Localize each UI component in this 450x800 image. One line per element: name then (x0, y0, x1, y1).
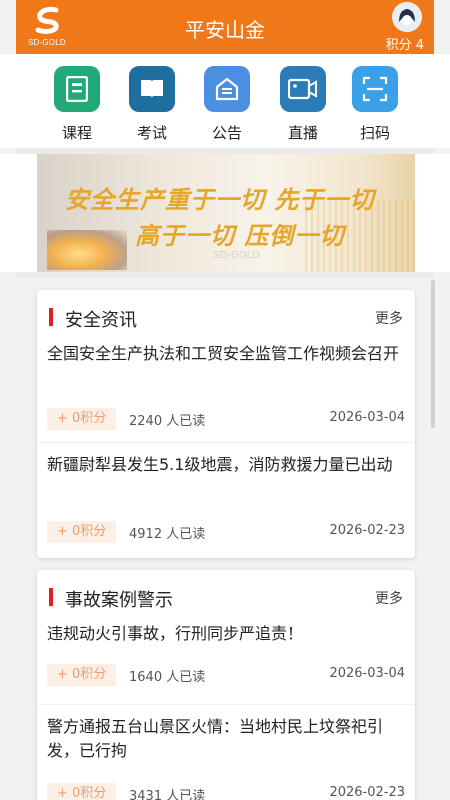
quick-label: 课程 (61, 124, 92, 142)
section-safety-news: 安全资讯 更多 全国安全生产执法和工贸安全监管工作视频会召开 + 0积分 224… (37, 290, 415, 558)
book-list-icon (54, 66, 100, 112)
news-item[interactable]: 新疆尉犁县发生5.1级地震，消防救援力量已出动 + 0积分 4912 人已读 2… (37, 442, 415, 556)
banner-slogan-line1: 安全生产重于一切 先于一切 (65, 186, 375, 214)
quick-label: 公告 (211, 124, 242, 142)
open-book-icon (129, 66, 175, 112)
publish-date: 2026-03-04 (329, 410, 405, 425)
banner-container: 安全生产重于一切 先于一切 高于一切 压倒一切 SD-GOLD (0, 154, 450, 272)
read-count: 3431 人已读 (129, 789, 206, 800)
points-badge: + 0积分 (47, 783, 117, 800)
news-title: 警方通报五台山景区火情：当地村民上坟祭祀引发，已行拘 (47, 717, 384, 760)
section-accident-cases: 事故案例警示 更多 违规动火引事故，行刑同步严追责！ + 0积分 1640 人已… (37, 570, 415, 800)
quick-item-course[interactable]: 课程 (47, 66, 107, 143)
more-link[interactable]: 更多 (375, 588, 403, 608)
banner-slogan-line2: 高于一切 压倒一切 (135, 222, 345, 250)
news-item[interactable]: 警方通报五台山景区火情：当地村民上坟祭祀引发，已行拘 + 0积分 3431 人已… (37, 704, 415, 800)
more-link[interactable]: 更多 (375, 308, 403, 328)
news-meta: + 0积分 3431 人已读 2026-02-23 (47, 773, 405, 800)
news-title: 违规动火引事故，行刑同步严追责！ (47, 624, 304, 643)
read-count: 1640 人已读 (129, 670, 206, 685)
user-avatar[interactable] (392, 2, 422, 32)
section-header: 事故案例警示 更多 (37, 570, 415, 618)
section-accent-bar (49, 308, 53, 326)
video-camera-icon (280, 66, 326, 112)
molten-metal-image (47, 230, 127, 270)
app-header: SD-GOLD 平安山金 积分 4 (16, 0, 434, 54)
safety-banner[interactable]: 安全生产重于一切 先于一切 高于一切 压倒一切 SD-GOLD (37, 154, 415, 272)
section-title: 安全资讯 (65, 310, 137, 331)
points-indicator[interactable]: 积分 4 (386, 34, 424, 53)
publish-date: 2026-03-04 (329, 666, 405, 681)
quick-item-live[interactable]: 直播 (273, 66, 333, 143)
section-accent-bar (49, 588, 53, 606)
announcement-icon (204, 66, 250, 112)
publish-date: 2026-02-23 (329, 785, 405, 800)
news-meta: + 0积分 2240 人已读 2026-03-04 (47, 398, 405, 438)
quick-actions: 课程 考试 公告 直播 扫码 (0, 54, 450, 148)
banner-watermark: SD-GOLD (213, 250, 260, 261)
points-badge: + 0积分 (47, 408, 117, 430)
points-badge: + 0积分 (47, 521, 117, 543)
page-title: 平安山金 (185, 18, 265, 42)
quick-label: 扫码 (359, 124, 390, 142)
news-title: 全国安全生产执法和工贸安全监管工作视频会召开 (47, 344, 400, 363)
quick-label: 直播 (287, 124, 318, 142)
read-count: 2240 人已读 (129, 414, 206, 429)
section-title: 事故案例警示 (65, 590, 173, 611)
quick-label: 考试 (136, 124, 167, 142)
news-meta: + 0积分 1640 人已读 2026-03-04 (47, 654, 405, 694)
quick-item-scan[interactable]: 扫码 (345, 66, 405, 143)
news-item[interactable]: 全国安全生产执法和工贸安全监管工作视频会召开 + 0积分 2240 人已读 20… (37, 338, 415, 442)
section-header: 安全资讯 更多 (37, 290, 415, 338)
news-meta: + 0积分 4912 人已读 2026-02-23 (47, 511, 405, 551)
quick-item-exam[interactable]: 考试 (122, 66, 182, 143)
news-item[interactable]: 违规动火引事故，行刑同步严追责！ + 0积分 1640 人已读 2026-03-… (37, 618, 415, 704)
divider (16, 272, 434, 278)
scrollbar[interactable] (431, 280, 435, 428)
news-title: 新疆尉犁县发生5.1级地震，消防救援力量已出动 (47, 455, 393, 474)
quick-item-notice[interactable]: 公告 (197, 66, 257, 143)
avatar-icon (392, 2, 422, 32)
points-badge: + 0积分 (47, 664, 117, 686)
scan-icon (352, 66, 398, 112)
publish-date: 2026-02-23 (329, 523, 405, 538)
read-count: 4912 人已读 (129, 527, 206, 542)
